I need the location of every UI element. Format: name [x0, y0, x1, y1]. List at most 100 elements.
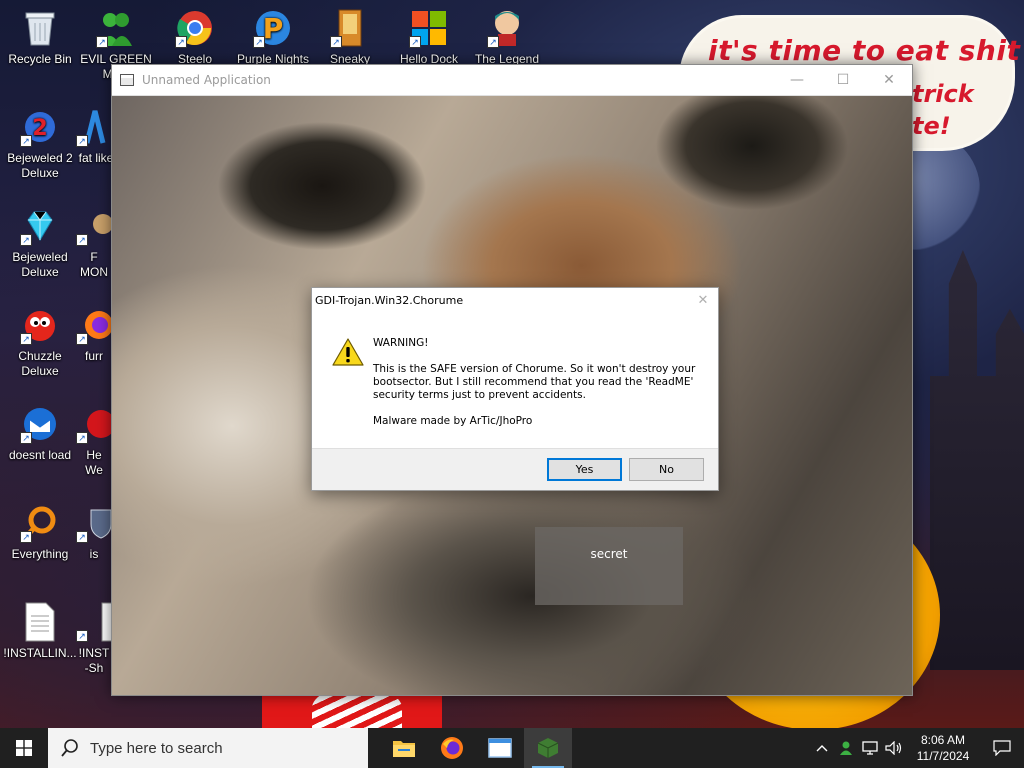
- shortcut-arrow-icon: ↗: [76, 234, 88, 246]
- dialog-close-button[interactable]: ✕: [688, 292, 718, 308]
- desktop-icon-chuzzle[interactable]: ↗ Chuzzle Deluxe: [0, 305, 80, 379]
- shortcut-arrow-icon: ↗: [76, 531, 88, 543]
- start-button[interactable]: [0, 728, 48, 768]
- desktop-icon-recycle-bin[interactable]: Recycle Bin: [0, 8, 80, 67]
- taskbar-minecraft[interactable]: [524, 728, 572, 768]
- dialog-message-body: This is the SAFE version of Chorume. So …: [373, 363, 696, 401]
- notification-icon: [993, 740, 1011, 756]
- blue-figure-icon: ↗: [76, 107, 116, 147]
- shortcut-arrow-icon: ↗: [20, 333, 32, 345]
- desktop-icon-purple-nights[interactable]: P ↗ Purple Nights: [233, 8, 313, 64]
- desktop-icon-label: !INST -Sh: [78, 646, 110, 675]
- windows-logo-icon: ↗: [409, 8, 449, 48]
- network-icon[interactable]: [858, 728, 882, 768]
- desktop-icon-label: F MON: [80, 250, 108, 279]
- desktop-icon-label: is: [89, 547, 99, 561]
- desktop-icon-everything[interactable]: ↗ Everything: [0, 503, 80, 562]
- shortcut-arrow-icon: ↗: [20, 531, 32, 543]
- people-icon[interactable]: [834, 728, 858, 768]
- character-icon: ↗: [487, 8, 527, 48]
- yes-button[interactable]: Yes: [547, 458, 622, 481]
- desktop-icon-label: Everything: [11, 547, 69, 561]
- desktop-icon-label: furr: [85, 349, 103, 363]
- search-icon: [61, 739, 78, 757]
- desktop-icon-label: Steelo: [177, 52, 213, 64]
- desktop-icon-the-legend[interactable]: ↗ The Legend: [467, 8, 547, 64]
- system-tray: 8:06 AM 11/7/2024: [810, 728, 1024, 768]
- desktop-icon-label: Purple Nights: [236, 52, 310, 64]
- shortcut-arrow-icon: ↗: [175, 36, 187, 48]
- desktop-icon-label: The Legend: [474, 52, 540, 64]
- no-button[interactable]: No: [629, 458, 704, 481]
- desktop-icon-label: Bejeweled 2 Deluxe: [7, 151, 73, 180]
- desktop-icon-label: Sneaky: [329, 52, 371, 64]
- minimize-button[interactable]: —: [774, 65, 820, 96]
- p-logo-icon: P ↗: [253, 8, 293, 48]
- desktop-icon-installing2[interactable]: ↗ !INST -Sh: [76, 602, 112, 676]
- shortcut-arrow-icon: ↗: [20, 135, 32, 147]
- cartoon-icon: ↗: [76, 206, 112, 246]
- firefox-icon: ↗: [76, 305, 112, 345]
- desktop-icon-label: !INSTALLIN...: [3, 646, 77, 660]
- desktop-icon-bejeweled2[interactable]: 2 ↗ Bejeweled 2 Deluxe: [0, 107, 80, 181]
- dialog-message: WARNING! This is the SAFE version of Cho…: [373, 337, 703, 441]
- warning-dialog[interactable]: GDI-Trojan.Win32.Chorume ✕ WARNING! This…: [311, 287, 719, 491]
- desktop-icon-is[interactable]: ↗ is: [76, 503, 112, 562]
- desktop-icon-label: Recycle Bin: [8, 52, 72, 66]
- thunderbird-icon: ↗: [20, 404, 60, 444]
- taskbar-window-app[interactable]: [476, 728, 524, 768]
- shortcut-arrow-icon: ↗: [20, 234, 32, 246]
- shortcut-arrow-icon: ↗: [76, 135, 88, 147]
- secret-panel[interactable]: secret: [535, 527, 683, 605]
- dialog-button-bar: Yes No: [312, 448, 718, 490]
- desktop-icon-label: He We: [85, 448, 103, 477]
- window-app-icon: [120, 74, 134, 86]
- volume-icon[interactable]: [882, 728, 906, 768]
- clock-date: 11/7/2024: [916, 749, 970, 763]
- desktop-icon-doesnt-load[interactable]: ↗ doesnt load: [0, 404, 80, 463]
- desktop-icon-hello-dock[interactable]: ↗ Hello Dock: [389, 8, 469, 64]
- taskbar-search-box[interactable]: Type here to search: [48, 728, 368, 768]
- shortcut-arrow-icon: ↗: [96, 36, 108, 48]
- desktop-icon-sneaky[interactable]: ↗ Sneaky: [310, 8, 390, 64]
- dialog-message-heading: WARNING!: [373, 337, 429, 349]
- shortcut-arrow-icon: ↗: [253, 36, 265, 48]
- search-placeholder: Type here to search: [90, 739, 223, 757]
- desktop-icon-fat-like[interactable]: ↗ fat like: [76, 107, 116, 166]
- desktop-icon-chrome[interactable]: ↗ Steelo: [155, 8, 235, 64]
- taskbar-file-explorer[interactable]: [380, 728, 428, 768]
- green-men-icon: ↗: [96, 8, 136, 48]
- desktop-icon-bejeweled[interactable]: ↗ Bejeweled Deluxe: [0, 206, 80, 280]
- desktop-icon-fmon[interactable]: ↗ F MON: [76, 206, 112, 280]
- window-title: Unnamed Application: [142, 73, 271, 87]
- file-explorer-icon: [393, 741, 415, 757]
- dialog-titlebar[interactable]: GDI-Trojan.Win32.Chorume ✕: [312, 288, 718, 312]
- desktop-icon-label: doesnt load: [8, 448, 72, 462]
- desktop-icon-he-we[interactable]: ↗ He We: [76, 404, 112, 478]
- chevron-up-icon[interactable]: [810, 728, 834, 768]
- bejeweled2-icon: 2 ↗: [20, 107, 60, 147]
- shortcut-arrow-icon: ↗: [76, 333, 88, 345]
- minecraft-icon: [537, 738, 559, 758]
- game-icon: ↗: [330, 8, 370, 48]
- wallpaper-caption-line1: it's time to eat shit: [708, 34, 1021, 67]
- diamond-icon: ↗: [20, 206, 60, 246]
- desktop-icon-installing[interactable]: !INSTALLIN...: [0, 602, 80, 661]
- dialog-body: WARNING! This is the SAFE version of Cho…: [312, 312, 718, 450]
- recycle-bin-icon: [20, 8, 60, 48]
- window-titlebar[interactable]: Unnamed Application — ☐ ✕: [112, 65, 912, 96]
- close-button[interactable]: ✕: [866, 65, 912, 96]
- shortcut-arrow-icon: ↗: [20, 432, 32, 444]
- notification-center-button[interactable]: [980, 728, 1024, 768]
- svg-text:2: 2: [32, 116, 47, 141]
- taskbar-firefox[interactable]: [428, 728, 476, 768]
- maximize-button[interactable]: ☐: [820, 65, 866, 96]
- warning-icon: [332, 338, 364, 366]
- clock-time: 8:06 AM: [920, 733, 966, 747]
- text-file-icon: [20, 602, 60, 642]
- taskbar-clock[interactable]: 8:06 AM 11/7/2024: [906, 732, 980, 764]
- text-file-icon: ↗: [76, 602, 112, 642]
- chuzzle-icon: ↗: [20, 305, 60, 345]
- desktop-icon-furr[interactable]: ↗ furr: [76, 305, 112, 364]
- shortcut-arrow-icon: ↗: [409, 36, 421, 48]
